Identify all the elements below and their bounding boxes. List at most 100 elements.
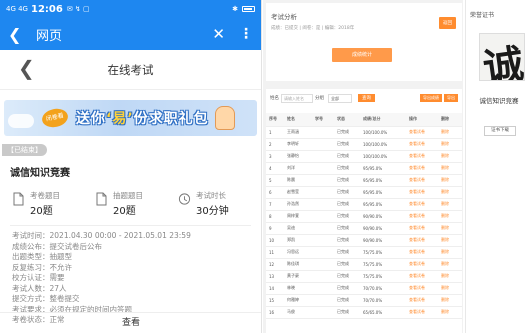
banner-slogan-part2: ‘易’: [106, 111, 134, 127]
banner-slogan-part1: 送你: [76, 111, 106, 127]
table-cell: 2: [266, 138, 284, 151]
delete-link[interactable]: 删除: [438, 258, 462, 271]
table-cell: 95/95.0%: [360, 198, 406, 211]
table-cell: 4: [266, 162, 284, 175]
table-cell: 12: [266, 258, 284, 271]
delete-link[interactable]: 删除: [438, 306, 462, 319]
view-paper-link[interactable]: 查看试卷: [406, 270, 438, 283]
table-cell: [312, 150, 334, 163]
table-cell: 张静怡: [284, 150, 312, 163]
table-cell: 已完成: [334, 282, 360, 295]
info-row: 提交方式：整卷提交: [12, 294, 80, 303]
view-paper-link[interactable]: 查看试卷: [406, 234, 438, 247]
table-row: 3 张静怡 已完成 100/100.0% 查看试卷 删除: [266, 150, 462, 163]
group-select[interactable]: 全部: [328, 93, 352, 103]
table-cell: 5: [266, 174, 284, 187]
table-cell: [312, 198, 334, 211]
analysis-card: 考试分析 成绩：已提交 | 阅卷：是 | 编辑：2018年 返回 成绩统计: [266, 3, 462, 81]
cloud-decoration: [8, 114, 34, 128]
back-arrow-icon[interactable]: ❮: [8, 25, 30, 44]
certificate-title: 荣誉证书: [470, 12, 495, 19]
table-cell: 10: [266, 234, 284, 247]
view-paper-link[interactable]: 查看试卷: [406, 150, 438, 163]
table-cell: 已完成: [334, 222, 360, 235]
table-row: 13 黄子豪 已完成 75/75.0% 查看试卷 删除: [266, 270, 462, 283]
document-icon: [13, 192, 24, 206]
view-paper-link[interactable]: 查看试卷: [406, 282, 438, 295]
search-button[interactable]: 查询: [358, 94, 375, 102]
delete-link[interactable]: 删除: [438, 198, 462, 211]
view-paper-link[interactable]: 查看试卷: [406, 258, 438, 271]
column-header: 学号: [312, 113, 334, 127]
mascot-illustration: [215, 106, 235, 130]
delete-link[interactable]: 删除: [438, 150, 462, 163]
stat-number: 20: [30, 206, 43, 217]
delete-link[interactable]: 删除: [438, 210, 462, 223]
delete-link[interactable]: 删除: [438, 246, 462, 259]
table-cell: 刘洋: [284, 162, 312, 175]
exam-status-text: 已结束: [14, 146, 35, 154]
status-icons: ✉ ↯ ▢: [66, 5, 90, 13]
view-paper-link[interactable]: 查看试卷: [406, 222, 438, 235]
table-row: 11 冯思远 已完成 75/75.0% 查看试卷 删除: [266, 246, 462, 259]
table-cell: 75/75.0%: [360, 270, 406, 283]
name-search-input[interactable]: 请输入姓名: [281, 93, 313, 103]
export-scores-button[interactable]: 导出成绩: [420, 94, 442, 102]
table-cell: 马俊: [284, 306, 312, 319]
download-certificate-button[interactable]: 证书下载: [484, 126, 516, 136]
stat-number: 20: [113, 206, 126, 217]
delete-link[interactable]: 删除: [438, 222, 462, 235]
banner-slogan: 送你‘易’份求职礼包: [76, 108, 209, 128]
analysis-title: 考试分析: [271, 13, 297, 21]
info-row: 成绩公布：提交试卷后公布: [12, 241, 102, 251]
delete-link[interactable]: 删除: [438, 282, 462, 295]
view-paper-link[interactable]: 查看试卷: [406, 246, 438, 259]
delete-link[interactable]: 删除: [438, 234, 462, 247]
delete-link[interactable]: 删除: [438, 294, 462, 307]
delete-link[interactable]: 删除: [438, 270, 462, 283]
table-cell: 9: [266, 222, 284, 235]
stat-unit: 题: [125, 206, 136, 217]
signal-indicator: 4G 4G: [6, 5, 28, 13]
more-vertical-icon[interactable]: ⋮: [239, 26, 253, 42]
stat-value: 20题: [30, 202, 60, 217]
table-row: 9 吴迪 已完成 90/90.0% 查看试卷 删除: [266, 222, 462, 235]
view-paper-link[interactable]: 查看试卷: [406, 306, 438, 319]
stat-label: 考卷题目: [30, 191, 60, 200]
view-paper-link[interactable]: 查看试卷: [406, 162, 438, 175]
table-cell: [312, 210, 334, 223]
delete-link[interactable]: 删除: [438, 174, 462, 187]
close-icon[interactable]: ✕: [212, 25, 225, 43]
view-paper-link[interactable]: 查看试卷: [406, 210, 438, 223]
info-row: 考试时间：2021.04.30 00:00 - 2021.05.01 23:59: [12, 231, 191, 240]
delete-link[interactable]: 删除: [438, 186, 462, 199]
promo-banner[interactable]: 闭卷看 送你‘易’份求职礼包: [4, 100, 257, 136]
info-row: 考试人数：27人: [12, 283, 67, 293]
stat-value: 30分钟: [196, 202, 229, 217]
score-stats-button[interactable]: 成绩统计: [332, 48, 392, 62]
view-paper-link[interactable]: 查看试卷: [406, 174, 438, 187]
view-paper-link[interactable]: 查看试卷: [406, 126, 438, 139]
delete-link[interactable]: 删除: [438, 138, 462, 151]
divider: [10, 225, 251, 226]
view-paper-link[interactable]: 查看试卷: [406, 186, 438, 199]
view-paper-link[interactable]: 查看试卷: [406, 138, 438, 151]
export-button[interactable]: 导出: [444, 94, 458, 102]
column-header: 序号: [266, 113, 284, 127]
exam-name: 诚信知识竞赛: [10, 168, 70, 179]
view-button[interactable]: 查看: [0, 312, 261, 333]
info-row: 出题类型：抽题型: [12, 252, 72, 261]
certificate-image[interactable]: 诚: [479, 33, 525, 81]
table-cell: 林晓: [284, 282, 312, 295]
table-cell: 已完成: [334, 162, 360, 175]
delete-link[interactable]: 删除: [438, 126, 462, 139]
view-paper-link[interactable]: 查看试卷: [406, 198, 438, 211]
delete-link[interactable]: 删除: [438, 162, 462, 175]
return-button[interactable]: 返回: [439, 17, 456, 29]
page-back-icon[interactable]: ❮: [18, 56, 35, 80]
status-time: 12:06: [30, 3, 63, 15]
table-cell: 16: [266, 306, 284, 319]
column-header: 成绩/总分: [360, 113, 406, 127]
view-paper-link[interactable]: 查看试卷: [406, 294, 438, 307]
table-cell: 90/90.0%: [360, 222, 406, 235]
